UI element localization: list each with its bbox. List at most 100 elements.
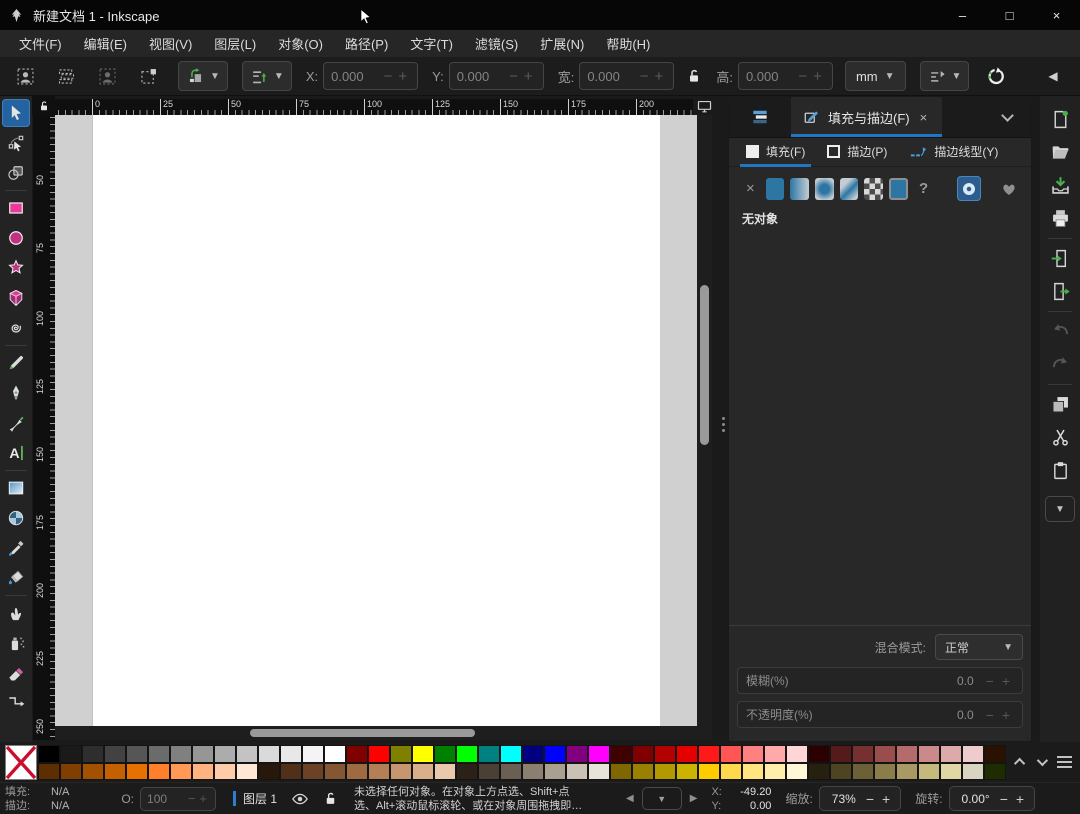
no-paint-button[interactable]: ×	[741, 178, 760, 200]
pattern-button[interactable]	[864, 177, 883, 200]
eraser-tool[interactable]	[2, 659, 30, 687]
palette-swatch[interactable]	[192, 745, 214, 763]
menu-filters[interactable]: 滤镜(S)	[464, 30, 529, 57]
tab-objects[interactable]	[729, 97, 791, 137]
palette-swatch[interactable]	[104, 762, 126, 780]
palette-swatch[interactable]	[390, 762, 412, 780]
tweak-tool[interactable]	[2, 599, 30, 627]
palette-swatch[interactable]	[874, 762, 896, 780]
save-button[interactable]	[1044, 169, 1076, 202]
palette-swatch[interactable]	[962, 762, 984, 780]
palette-swatch[interactable]	[390, 745, 412, 763]
close-tab-icon[interactable]: ×	[917, 108, 931, 127]
palette-swatch[interactable]	[940, 745, 962, 763]
palette-swatch[interactable]	[676, 745, 698, 763]
duplicate-button[interactable]	[1044, 388, 1076, 421]
palette-swatch[interactable]	[148, 745, 170, 763]
palette-swatch[interactable]	[566, 762, 588, 780]
tab-fill-and-stroke[interactable]: 填充与描边(F) ×	[791, 97, 943, 137]
ellipse-tool[interactable]	[2, 224, 30, 252]
dock-resize-handle[interactable]	[719, 411, 727, 437]
selector-tool[interactable]	[2, 99, 30, 127]
palette-swatch[interactable]	[148, 762, 170, 780]
text-tool[interactable]	[2, 439, 30, 467]
paint-bucket-tool[interactable]	[2, 564, 30, 592]
tab-fill[interactable]: 填充(F)	[738, 138, 813, 167]
export-button[interactable]	[1044, 275, 1076, 308]
mesh-tool[interactable]	[2, 504, 30, 532]
undo-button[interactable]	[1044, 315, 1076, 348]
shape-builder-tool[interactable]	[2, 159, 30, 187]
palette-swatch[interactable]	[786, 745, 808, 763]
rotate-flip-dropdown[interactable]: ▼	[178, 61, 228, 91]
horizontal-ruler[interactable]: 0 25 50 75 100 125 150 175 200	[55, 99, 693, 115]
selection-frame-button[interactable]	[132, 61, 164, 91]
palette-swatch[interactable]	[346, 745, 368, 763]
palette-swatch[interactable]	[896, 762, 918, 780]
fill-rule-evenodd-button[interactable]	[996, 176, 1021, 201]
palette-swatch[interactable]	[324, 745, 346, 763]
pencil-tool[interactable]	[2, 349, 30, 377]
palette-swatch[interactable]	[38, 762, 60, 780]
rotation-input[interactable]: 0.00° − +	[948, 786, 1036, 811]
prev-message-button[interactable]: ◀	[626, 793, 634, 804]
palette-swatch[interactable]	[434, 762, 456, 780]
units-dropdown[interactable]: mm ▼	[844, 61, 906, 91]
palette-swatch[interactable]	[940, 762, 962, 780]
palette-swatch[interactable]	[544, 745, 566, 763]
menu-object[interactable]: 对象(O)	[267, 30, 334, 57]
palette-swatch[interactable]	[676, 762, 698, 780]
minimize-button[interactable]: –	[939, 0, 986, 30]
menu-path[interactable]: 路径(P)	[334, 30, 399, 57]
maximize-button[interactable]: □	[986, 0, 1033, 30]
palette-swatch[interactable]	[60, 745, 82, 763]
palette-swatch[interactable]	[346, 762, 368, 780]
palette-swatch[interactable]	[610, 745, 632, 763]
palette-swatch[interactable]	[368, 762, 390, 780]
palette-swatch[interactable]	[500, 762, 522, 780]
select-all-layers-button[interactable]	[50, 61, 82, 91]
select-all-button[interactable]	[9, 61, 41, 91]
affect-options-dropdown[interactable]: ▼	[919, 61, 970, 91]
paste-button[interactable]	[1044, 454, 1076, 487]
palette-swatch[interactable]	[214, 762, 236, 780]
palette-swatch[interactable]	[588, 762, 610, 780]
menu-help[interactable]: 帮助(H)	[595, 30, 661, 57]
menu-file[interactable]: 文件(F)	[8, 30, 73, 57]
blend-mode-dropdown[interactable]: 正常 ▼	[935, 634, 1023, 660]
palette-swatch[interactable]	[236, 762, 258, 780]
box3d-tool[interactable]	[2, 284, 30, 312]
y-input[interactable]: 0.000 − +	[448, 62, 544, 90]
palette-scroll-up-icon[interactable]	[1013, 757, 1026, 770]
object-opacity-input[interactable]: 100 − +	[140, 786, 217, 811]
dock-menu-button[interactable]	[983, 97, 1031, 137]
flat-color-button[interactable]	[765, 177, 785, 200]
palette-swatch[interactable]	[720, 762, 742, 780]
z-order-dropdown[interactable]: ▼	[241, 61, 292, 91]
palette-swatch[interactable]	[654, 762, 676, 780]
palette-swatch[interactable]	[456, 762, 478, 780]
palette-swatch[interactable]	[830, 745, 852, 763]
menu-text[interactable]: 文字(T)	[399, 30, 464, 57]
next-message-button[interactable]: ▶	[690, 793, 698, 804]
calligraphy-tool[interactable]	[2, 409, 30, 437]
palette-menu-icon[interactable]	[1057, 756, 1072, 768]
palette-swatch[interactable]	[764, 745, 786, 763]
collapse-toolbar-button[interactable]: ◀	[1036, 61, 1070, 91]
linear-gradient-button[interactable]	[790, 177, 809, 200]
palette-swatch[interactable]	[280, 745, 302, 763]
tab-stroke-style[interactable]: 描边线型(Y)	[901, 138, 1006, 167]
guide-lock-toggle[interactable]	[32, 96, 55, 115]
palette-swatch[interactable]	[104, 745, 126, 763]
node-tool[interactable]	[2, 129, 30, 157]
menu-extensions[interactable]: 扩展(N)	[529, 30, 595, 57]
current-layer-indicator[interactable]: 图层 1	[233, 790, 277, 807]
palette-swatch[interactable]	[412, 762, 434, 780]
open-button[interactable]	[1044, 136, 1076, 169]
palette-swatch[interactable]	[258, 745, 280, 763]
palette-swatch[interactable]	[544, 762, 566, 780]
star-tool[interactable]	[2, 254, 30, 282]
palette-swatch[interactable]	[918, 745, 940, 763]
palette-swatch[interactable]	[302, 762, 324, 780]
menu-edit[interactable]: 编辑(E)	[73, 30, 138, 57]
